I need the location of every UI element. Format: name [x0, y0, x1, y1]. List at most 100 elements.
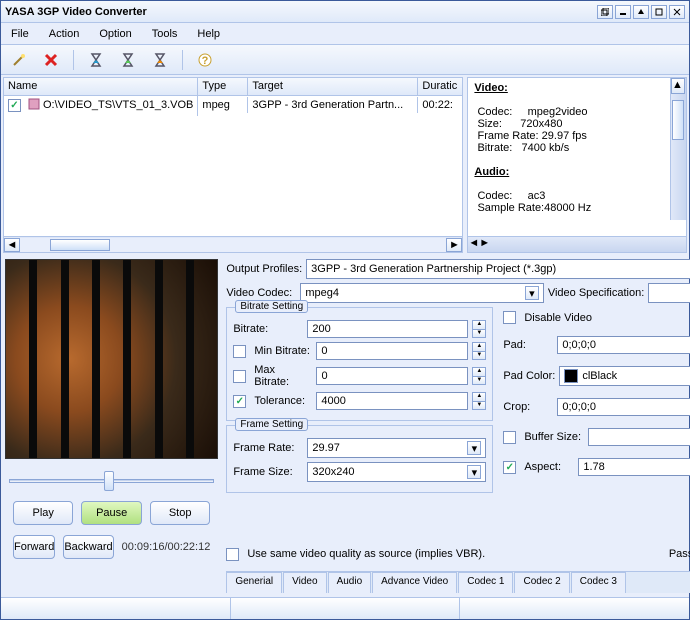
titlebar: YASA 3GP Video Converter [1, 1, 689, 23]
col-type[interactable]: Type [198, 78, 248, 95]
tol-input[interactable] [316, 392, 468, 410]
list-row[interactable]: O:\VIDEO_TS\VTS_01_3.VOB mpeg 3GPP - 3rd… [4, 96, 462, 114]
pad-input[interactable] [557, 336, 690, 354]
tol-spinner[interactable]: ▲▼ [472, 392, 486, 410]
vscroll-thumb[interactable] [672, 100, 684, 140]
row-target: 3GPP - 3rd Generation Partn... [248, 97, 418, 113]
row-name: O:\VIDEO_TS\VTS_01_3.VOB [43, 99, 193, 111]
crop-input[interactable] [557, 398, 690, 416]
menu-option[interactable]: Option [95, 26, 135, 42]
tool-help-icon[interactable]: ? [193, 48, 217, 72]
chevron-down-icon[interactable]: ▾ [467, 441, 481, 455]
tab-advance-video[interactable]: Advance Video [372, 572, 457, 593]
tool-convert2-icon[interactable] [116, 48, 140, 72]
framesize-select[interactable]: 320x240 ▾ [307, 462, 486, 482]
chevron-down-icon[interactable]: ▾ [467, 465, 481, 479]
main-area: Name Type Target Duratic O:\VIDEO_TS\VTS… [1, 75, 689, 597]
buffer-checkbox[interactable] [503, 431, 516, 444]
tab-audio[interactable]: Audio [328, 572, 372, 593]
video-spec-label: Video Specification: [548, 287, 644, 299]
aspect-checkbox[interactable] [503, 461, 516, 474]
maxbr-checkbox[interactable] [233, 370, 246, 383]
minbr-checkbox[interactable] [233, 345, 246, 358]
row-checkbox[interactable] [8, 99, 21, 112]
max-button[interactable] [651, 5, 667, 19]
row-type: mpeg [198, 97, 248, 113]
buffer-input[interactable] [588, 428, 690, 446]
video-codec-select[interactable]: mpeg4 ▾ [300, 283, 544, 303]
tab-codec1[interactable]: Codec 1 [458, 572, 513, 593]
color-swatch [564, 369, 578, 383]
scroll-right-icon[interactable]: ► [479, 237, 490, 252]
tab-bar: Generial Video Audio Advance Video Codec… [226, 571, 690, 593]
col-name[interactable]: Name [4, 78, 198, 95]
bitrate-spinner[interactable]: ▲▼ [472, 320, 486, 338]
status-cell [460, 598, 689, 619]
scroll-thumb[interactable] [50, 239, 110, 251]
menu-action[interactable]: Action [45, 26, 84, 42]
maxbr-input[interactable] [316, 367, 468, 385]
minbr-spinner[interactable]: ▲▼ [472, 342, 486, 360]
tool-convert1-icon[interactable] [84, 48, 108, 72]
seek-handle[interactable] [104, 471, 114, 491]
up-button[interactable] [633, 5, 649, 19]
menu-help[interactable]: Help [193, 26, 224, 42]
maxbr-spinner[interactable]: ▲▼ [472, 367, 486, 385]
stop-button[interactable]: Stop [150, 501, 210, 525]
pause-button[interactable]: Pause [81, 501, 141, 525]
seek-slider[interactable] [9, 471, 214, 491]
min-button[interactable] [615, 5, 631, 19]
forward-button[interactable]: Forward [13, 535, 55, 559]
minbr-input[interactable] [316, 342, 468, 360]
col-target[interactable]: Target [248, 78, 418, 95]
col-duration[interactable]: Duratic [418, 78, 462, 95]
disable-video-checkbox[interactable] [503, 311, 516, 324]
output-profiles-label: Output Profiles: [226, 263, 302, 275]
timecode: 00:09:16/00:22:12 [122, 541, 211, 559]
video-spec-select[interactable]: ▾ [648, 283, 690, 303]
framerate-select[interactable]: 29.97 ▾ [307, 438, 486, 458]
output-profiles-select[interactable]: 3GPP - 3rd Generation Partnership Projec… [306, 259, 690, 279]
tab-codec2[interactable]: Codec 2 [514, 572, 569, 593]
restore-button[interactable] [597, 5, 613, 19]
tool-delete-icon[interactable] [39, 48, 63, 72]
tool-convert3-icon[interactable] [148, 48, 172, 72]
backward-button[interactable]: Backward [63, 535, 113, 559]
tab-codec3[interactable]: Codec 3 [571, 572, 626, 593]
aspect-input[interactable] [578, 458, 690, 476]
info-panel: ▲ Video: Codec: mpeg2video Size: 720x480… [467, 77, 687, 253]
close-button[interactable] [669, 5, 685, 19]
info-video-header: Video: [474, 82, 507, 94]
info-vscroll[interactable]: ▲ [670, 78, 686, 220]
menu-tools[interactable]: Tools [148, 26, 182, 42]
sameq-checkbox[interactable] [226, 548, 239, 561]
tab-video[interactable]: Video [283, 572, 326, 593]
tool-wand-icon[interactable] [7, 48, 31, 72]
tol-checkbox[interactable] [233, 395, 246, 408]
tab-general[interactable]: Generial [226, 572, 282, 593]
menu-file[interactable]: File [7, 26, 33, 42]
scroll-right-icon[interactable]: ► [446, 238, 462, 252]
info-audio-header: Audio: [474, 166, 509, 178]
video-codec-label: Video Codec: [226, 287, 296, 299]
play-button[interactable]: Play [13, 501, 73, 525]
svg-text:?: ? [202, 55, 209, 67]
window-title: YASA 3GP Video Converter [5, 6, 597, 18]
bitrate-group: Bitrate Setting Bitrate: ▲▼ Min Bitrate: [226, 307, 493, 421]
scroll-left-icon[interactable]: ◄ [4, 238, 20, 252]
info-hscroll[interactable]: ◄ ► [468, 236, 686, 252]
scroll-up-icon[interactable]: ▲ [671, 78, 685, 94]
row-duration: 00:22: [418, 97, 462, 113]
video-preview[interactable] [5, 259, 218, 459]
list-headers: Name Type Target Duratic [4, 78, 462, 96]
file-list: Name Type Target Duratic O:\VIDEO_TS\VTS… [3, 77, 463, 253]
file-icon [27, 97, 41, 114]
chevron-down-icon[interactable]: ▾ [525, 286, 539, 300]
padcolor-select[interactable]: clBlack ▾ [559, 366, 690, 386]
filelist-hscroll[interactable]: ◄ ► [4, 236, 462, 252]
preview-pane: Play Pause Stop Forward Backward 00:09:1… [1, 255, 222, 597]
scroll-left-icon[interactable]: ◄ [468, 237, 479, 252]
settings-pane: Output Profiles: 3GPP - 3rd Generation P… [222, 255, 690, 597]
bitrate-input[interactable] [307, 320, 468, 338]
statusbar [1, 597, 689, 619]
